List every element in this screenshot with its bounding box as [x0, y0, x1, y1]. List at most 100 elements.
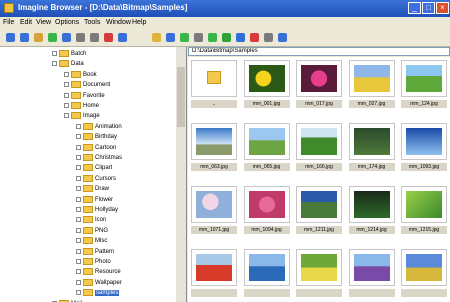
- image-thumbnail[interactable]: [401, 60, 447, 97]
- image-thumbnail[interactable]: [348, 186, 395, 223]
- expand-icon[interactable]: [76, 165, 81, 171]
- expand-icon[interactable]: [76, 123, 81, 129]
- image-thumbnail[interactable]: [243, 249, 290, 286]
- menu-tools[interactable]: Tools: [84, 19, 100, 26]
- menu-help[interactable]: Help: [132, 19, 146, 26]
- image-thumbnail[interactable]: [243, 123, 290, 160]
- image-thumbnail[interactable]: [243, 186, 290, 223]
- thumbnail-item[interactable]: mm_1071.jpg: [188, 183, 240, 243]
- thumbnail-item[interactable]: mm_065.jpg: [241, 120, 293, 180]
- red-icon[interactable]: [250, 33, 259, 42]
- tree-item-home[interactable]: Home: [64, 101, 99, 111]
- expand-icon[interactable]: [64, 92, 69, 98]
- image-thumbnail[interactable]: [243, 60, 290, 97]
- zoom-icon[interactable]: [166, 33, 175, 42]
- scrollbar-thumb[interactable]: [177, 67, 185, 127]
- tree-item-birthday[interactable]: Birthday: [76, 132, 117, 142]
- thumbnail-item[interactable]: mm_124.jpg: [398, 57, 450, 117]
- expand-icon[interactable]: [76, 227, 81, 233]
- rotate-icon[interactable]: [180, 33, 189, 42]
- menu-file[interactable]: File: [3, 19, 14, 26]
- forward-icon[interactable]: [20, 33, 29, 42]
- image-thumbnail[interactable]: [348, 249, 395, 286]
- expand-icon[interactable]: [76, 154, 81, 160]
- tree-item-misc[interactable]: Misc: [76, 236, 107, 246]
- tree-item-wallpaper[interactable]: Wallpaper: [76, 278, 122, 288]
- tree-item-resource[interactable]: Resource: [76, 267, 121, 277]
- print-icon[interactable]: [264, 33, 273, 42]
- tree-item-clipart[interactable]: Clipart: [76, 163, 112, 173]
- expand-icon[interactable]: [76, 269, 81, 275]
- copy-icon[interactable]: [76, 33, 85, 42]
- maximize-icon[interactable]: □: [422, 2, 435, 14]
- expand-icon[interactable]: [76, 134, 81, 140]
- thumbnail-item[interactable]: mm_017.jpg: [293, 57, 345, 117]
- image-thumbnail[interactable]: [191, 186, 237, 223]
- expand-icon[interactable]: [76, 217, 81, 223]
- tree-item-cartoon[interactable]: Cartoon: [76, 143, 116, 153]
- image-thumbnail[interactable]: [296, 186, 342, 223]
- view-icon[interactable]: [118, 33, 127, 42]
- thumbnail-item[interactable]: [346, 246, 398, 302]
- green-icon[interactable]: [222, 33, 231, 42]
- image-thumbnail[interactable]: [296, 60, 342, 97]
- expand-icon[interactable]: [76, 144, 81, 150]
- play-icon[interactable]: [208, 33, 217, 42]
- tree-item-favorite[interactable]: Favorite: [64, 91, 105, 101]
- help-icon[interactable]: [278, 33, 287, 42]
- tree-item-pattern[interactable]: Pattern: [76, 247, 114, 257]
- folder-icon[interactable]: [152, 33, 161, 42]
- tree-item-draw[interactable]: Draw: [76, 184, 109, 194]
- expand-icon[interactable]: [64, 82, 69, 88]
- folder-tree-panel[interactable]: Batch Data Book Document Favorite Home Image An…: [0, 47, 187, 302]
- title-bar[interactable]: Imagine Browser - [D:\Data\Bitmap\Sample…: [0, 0, 450, 17]
- up-icon[interactable]: [34, 33, 43, 42]
- tree-item-flower[interactable]: Flower: [76, 195, 113, 205]
- expand-icon[interactable]: [52, 50, 57, 56]
- expand-icon[interactable]: [76, 175, 81, 181]
- image-thumbnail[interactable]: [348, 123, 395, 160]
- thumbnail-item[interactable]: ..: [188, 57, 240, 117]
- thumbnail-item[interactable]: mm_1215.jpg: [398, 183, 450, 243]
- tree-item-document[interactable]: Document: [64, 80, 110, 90]
- tree-item-animation[interactable]: Animation: [76, 122, 122, 132]
- image-thumbnail[interactable]: [348, 60, 395, 97]
- tree-item-photo[interactable]: Photo: [76, 257, 111, 267]
- image-thumbnail[interactable]: [191, 249, 237, 286]
- thumbnail-item[interactable]: [293, 246, 345, 302]
- collapse-icon[interactable]: [52, 61, 57, 67]
- image-thumbnail[interactable]: [296, 123, 342, 160]
- back-icon[interactable]: [6, 33, 15, 42]
- thumbnail-item[interactable]: [398, 246, 450, 302]
- image-thumbnail[interactable]: [401, 123, 447, 160]
- tree-item-book[interactable]: Book: [64, 70, 97, 80]
- thumbnail-item[interactable]: mm_1094.jpg: [241, 183, 293, 243]
- expand-icon[interactable]: [76, 279, 81, 285]
- thumbnail-item[interactable]: [188, 246, 240, 302]
- parent-folder-thumbnail[interactable]: [191, 60, 237, 97]
- expand-icon[interactable]: [64, 102, 69, 108]
- thumbnail-item[interactable]: [241, 246, 293, 302]
- menu-edit[interactable]: Edit: [20, 19, 32, 26]
- menu-options[interactable]: Options: [55, 19, 79, 26]
- thumbnail-item[interactable]: mm_1093.jpg: [398, 120, 450, 180]
- home-icon[interactable]: [62, 33, 71, 42]
- expand-icon[interactable]: [76, 186, 81, 192]
- expand-icon[interactable]: [76, 248, 81, 254]
- thumbnail-item[interactable]: mm_063.jpg: [188, 120, 240, 180]
- delete-icon[interactable]: [104, 33, 113, 42]
- thumbnail-item[interactable]: mm_1214.jpg: [346, 183, 398, 243]
- tree-item-image[interactable]: Image: [64, 111, 100, 121]
- expand-icon[interactable]: [76, 258, 81, 264]
- thumbnail-item[interactable]: mm_1211.jpg: [293, 183, 345, 243]
- tree-item-hollyday[interactable]: Hollyday: [76, 205, 118, 215]
- tree-item-samples[interactable]: samples: [76, 288, 120, 298]
- menu-view[interactable]: View: [36, 19, 51, 26]
- menu-window[interactable]: Window: [106, 19, 131, 26]
- image-thumbnail[interactable]: [191, 123, 237, 160]
- tree-item-christmas[interactable]: Christmas: [76, 153, 122, 163]
- tree-item-batch[interactable]: Batch: [52, 49, 86, 59]
- expand-icon[interactable]: [64, 71, 69, 77]
- thumbnail-item[interactable]: mm_001.jpg: [241, 57, 293, 117]
- blue-icon[interactable]: [236, 33, 245, 42]
